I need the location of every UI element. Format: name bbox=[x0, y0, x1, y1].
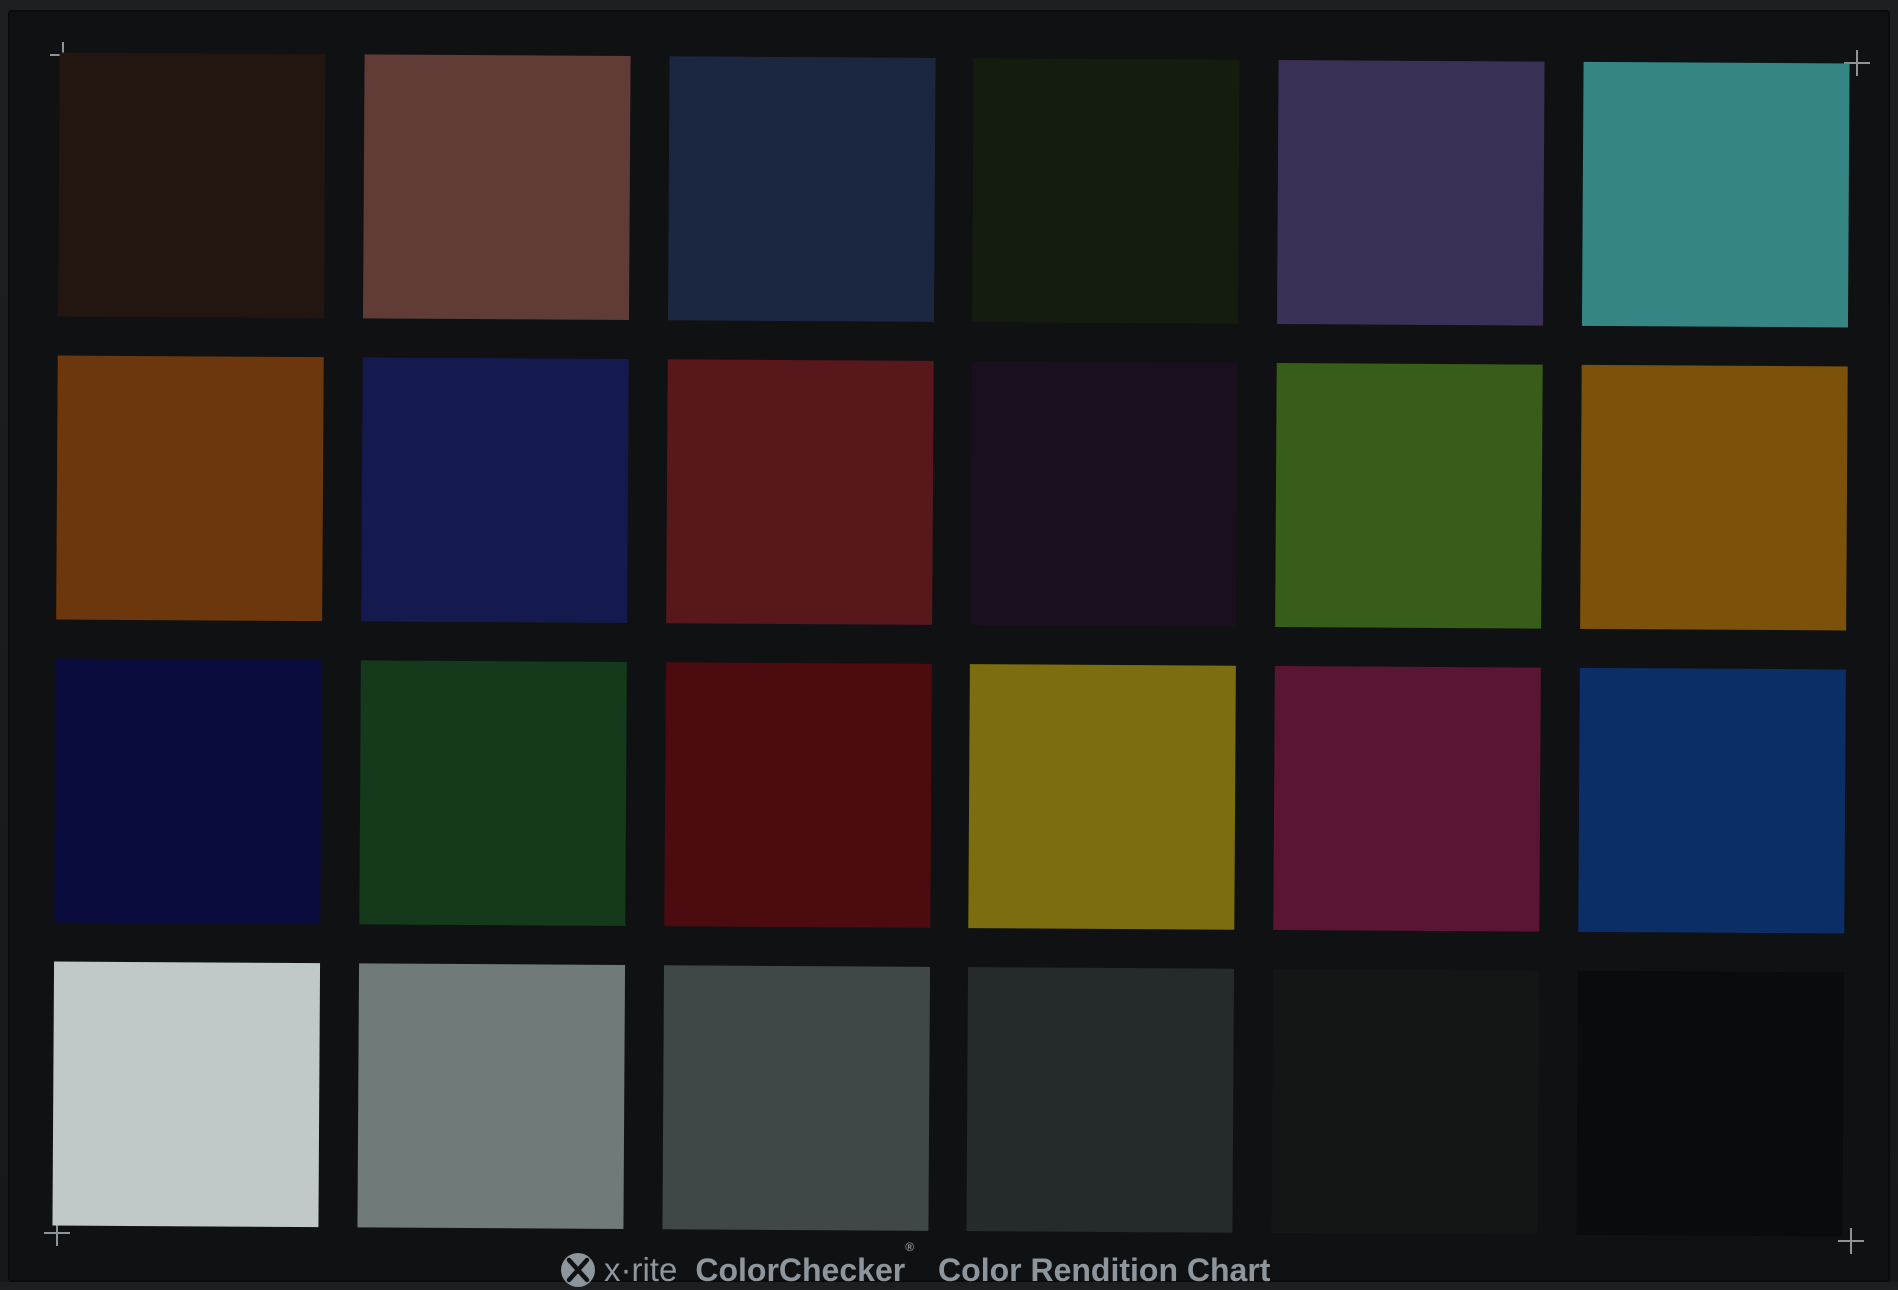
photo-background: x·rite ColorChecker® Color Rendition Cha… bbox=[0, 0, 1898, 1288]
brand-footer: x·rite ColorChecker® Color Rendition Cha… bbox=[560, 1240, 1271, 1290]
color-patch bbox=[667, 56, 936, 322]
color-patch bbox=[1273, 665, 1542, 932]
color-checker-card: x·rite ColorChecker® Color Rendition Cha… bbox=[8, 10, 1890, 1288]
color-patch bbox=[1581, 61, 1850, 328]
color-patch bbox=[357, 963, 625, 1230]
logo-text: x·rite bbox=[604, 1251, 678, 1288]
color-patch bbox=[662, 965, 930, 1231]
color-patch bbox=[1576, 970, 1845, 1237]
color-patch bbox=[52, 961, 321, 1228]
color-patch bbox=[1578, 667, 1846, 934]
chart-name: Color Rendition Chart bbox=[938, 1251, 1271, 1288]
color-patch bbox=[1271, 968, 1540, 1235]
trademark-symbol: ® bbox=[905, 1239, 915, 1254]
color-patch-grid bbox=[52, 52, 1850, 1240]
color-patch bbox=[1580, 364, 1848, 631]
color-patch bbox=[362, 54, 631, 321]
color-patch bbox=[972, 58, 1240, 324]
color-patch bbox=[970, 361, 1239, 627]
xrite-logo-icon bbox=[561, 1253, 595, 1287]
color-patch bbox=[57, 52, 326, 319]
color-patch bbox=[360, 357, 629, 624]
color-patch bbox=[1277, 59, 1545, 326]
color-patch bbox=[54, 658, 322, 925]
color-patch bbox=[56, 355, 324, 622]
color-patch bbox=[663, 662, 932, 928]
color-patch bbox=[665, 359, 934, 625]
color-patch bbox=[1275, 362, 1543, 629]
color-patch bbox=[359, 660, 627, 927]
product-name-text: ColorChecker bbox=[695, 1251, 906, 1288]
product-name: ColorChecker® bbox=[695, 1240, 914, 1289]
color-patch bbox=[968, 664, 1237, 930]
color-patch bbox=[966, 967, 1235, 1233]
